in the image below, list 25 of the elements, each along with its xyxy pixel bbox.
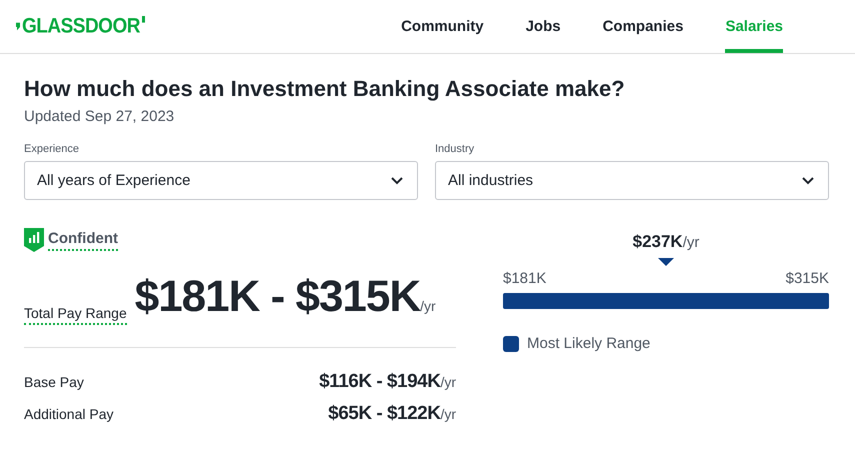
filter-dropdown[interactable]: All years of Experience (24, 161, 418, 200)
total-pay-label[interactable]: Total Pay Range (24, 305, 127, 325)
range-min: $181K (503, 270, 546, 287)
nav-tab[interactable]: Jobs (526, 0, 561, 53)
pay-label: Base Pay (24, 374, 84, 390)
pay-range: $65K - $122K/yr (328, 403, 456, 425)
chevron-down-icon (802, 176, 814, 184)
total-pay-range: $181K - $315K/yr (134, 274, 436, 323)
confidence-shield-icon (24, 228, 44, 252)
nav-tab[interactable]: Companies (602, 0, 684, 53)
page-title: How much does an Investment Banking Associate make? (24, 75, 626, 103)
legend-label: Most Likely Range (527, 335, 650, 352)
legend-swatch (503, 336, 519, 352)
median-pay: $237K/yr (632, 232, 700, 252)
nav-tab[interactable]: Community (401, 0, 484, 53)
filter-dropdown[interactable]: All industries (435, 161, 829, 200)
filter-label: Industry (435, 143, 476, 155)
median-marker-icon (658, 258, 674, 266)
confidence-label[interactable]: Confident (48, 230, 118, 250)
updated-date: Updated Sep 27, 2023 (24, 108, 176, 125)
pay-range: $116K - $194K/yr (319, 371, 456, 393)
range-max: $315K (786, 270, 829, 287)
filter-label: Experience (24, 143, 80, 155)
chevron-down-icon (391, 176, 403, 184)
pay-label: Additional Pay (24, 406, 114, 422)
